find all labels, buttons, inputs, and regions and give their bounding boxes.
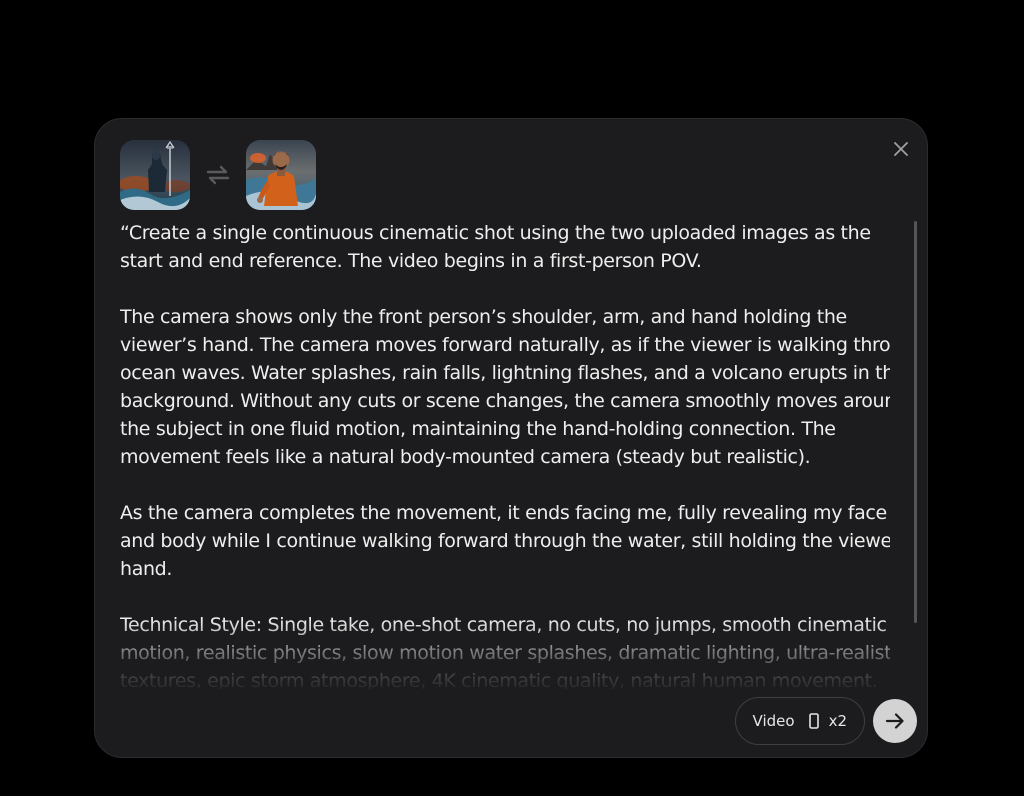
prompt-line: textures, epic storm atmosphere, 4K cine… bbox=[120, 670, 878, 689]
prompt-dialog: “Create a single continuous cinematic sh… bbox=[94, 118, 928, 758]
prompt-line: “Create a single continuous cinematic sh… bbox=[120, 222, 871, 244]
prompt-line: and body while I continue walking forwar… bbox=[120, 530, 890, 552]
prompt-line: The camera shows only the front person’s… bbox=[120, 306, 847, 328]
close-icon[interactable] bbox=[887, 135, 915, 163]
prompt-scrollbar[interactable] bbox=[914, 221, 917, 623]
arrow-right-icon bbox=[885, 713, 904, 729]
prompt-line: viewer’s hand. The camera moves forward … bbox=[120, 334, 890, 356]
send-button[interactable] bbox=[873, 699, 917, 743]
prompt-line: motion, realistic physics, slow motion w… bbox=[120, 642, 890, 664]
start-reference-image[interactable] bbox=[120, 140, 190, 210]
bottom-controls: Video x2 bbox=[734, 697, 917, 745]
count-label: x2 bbox=[828, 712, 847, 730]
prompt-line: background. Without any cuts or scene ch… bbox=[120, 390, 890, 412]
prompt-line: hand. bbox=[120, 558, 173, 580]
portrait-aspect-icon bbox=[808, 713, 819, 729]
prompt-line: movement feels like a natural body-mount… bbox=[120, 446, 811, 468]
swap-arrows-icon[interactable] bbox=[190, 140, 246, 210]
prompt-paragraph: As the camera completes the movement, it… bbox=[120, 499, 890, 583]
prompt-line: the subject in one fluid motion, maintai… bbox=[120, 418, 836, 440]
prompt-line: start and end reference. The video begin… bbox=[120, 250, 702, 272]
prompt-paragraph: “Create a single continuous cinematic sh… bbox=[120, 219, 890, 275]
end-reference-image[interactable] bbox=[246, 140, 316, 210]
prompt-line: As the camera completes the movement, it… bbox=[120, 502, 887, 524]
prompt-line: Technical Style: Single take, one-shot c… bbox=[120, 614, 887, 636]
reference-images bbox=[120, 139, 316, 211]
prompt-paragraph: Technical Style: Single take, one-shot c… bbox=[120, 611, 890, 689]
prompt-paragraph: The camera shows only the front person’s… bbox=[120, 303, 890, 471]
prompt-text[interactable]: “Create a single continuous cinematic sh… bbox=[120, 219, 890, 689]
prompt-line: ocean waves. Water splashes, rain falls,… bbox=[120, 362, 890, 384]
video-settings-button[interactable]: Video x2 bbox=[734, 697, 865, 745]
mode-label: Video bbox=[752, 712, 795, 730]
